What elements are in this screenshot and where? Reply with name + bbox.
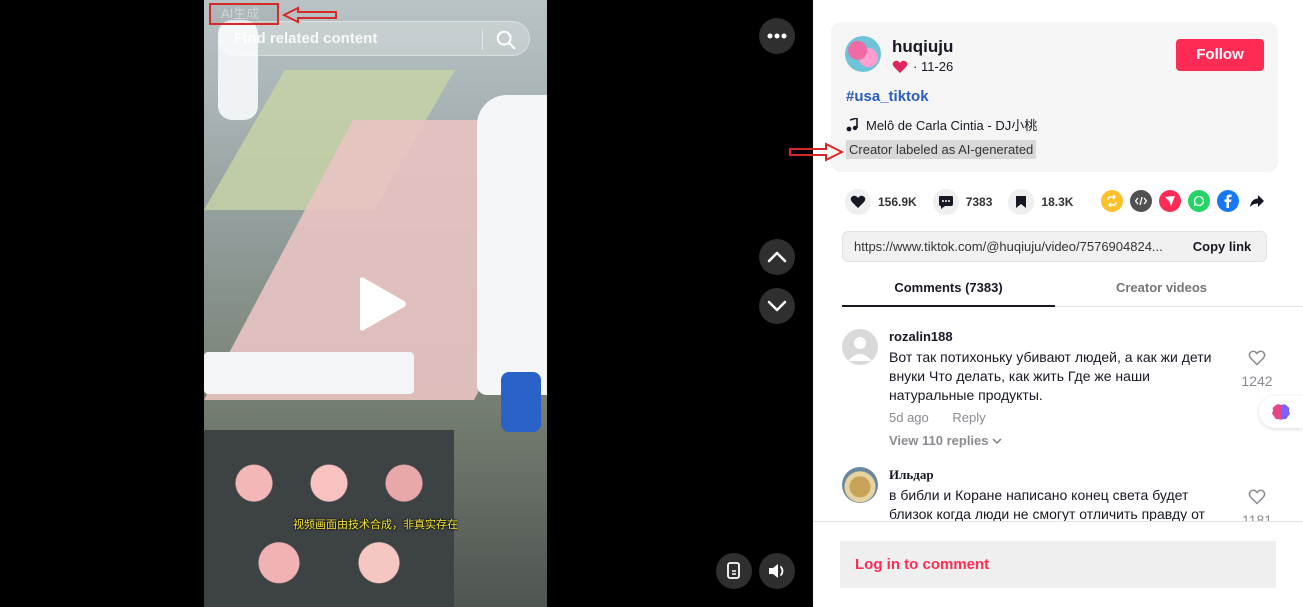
play-icon[interactable] [352,276,408,332]
heart-outline-icon [1248,350,1266,366]
worker-boots [501,372,541,432]
speaker-icon [769,564,784,578]
repost-icon[interactable] [1101,190,1123,212]
commenter-username[interactable]: rozalin188 [889,329,953,344]
save-action[interactable]: 18.3K [1008,189,1073,215]
creator-name[interactable]: huqiuju [892,37,953,57]
comment-meta: 5d ago Reply [889,410,986,425]
share-arrow-icon[interactable] [1246,190,1268,212]
comment-like-button[interactable]: 1181 [1237,489,1277,521]
chevron-down-icon [767,300,787,312]
previous-video-button[interactable] [759,239,795,275]
comment-list[interactable]: rozalin188 Вот так потихоньку убивают лю… [813,307,1303,521]
search-input[interactable]: Find related content [234,30,377,47]
like-action[interactable]: 156.9K [845,189,917,215]
save-count: 18.3K [1041,195,1074,209]
facebook-icon[interactable] [1217,190,1239,212]
creator-meta: · 11-26 [892,59,953,74]
ai-content-info-button[interactable] [716,553,752,589]
panel-tabs: Comments (7383) Creator videos [842,270,1303,307]
comment-action[interactable]: 7383 [932,189,993,215]
tiktok-video-page: Find related content AI生成 视频画面由技术合成，非真实存… [0,0,1303,607]
commenter-avatar[interactable] [842,329,878,365]
login-to-comment-button[interactable]: Log in to comment [840,541,1276,588]
music-link[interactable]: Melô de Carla Cintia - DJ小桃 [846,115,1037,134]
ai-generated-label: Creator labeled as AI-generated [846,140,1037,159]
video-url[interactable]: https://www.tiktok.com/@huqiuju/video/75… [854,239,1174,254]
video-area: Find related content AI生成 视频画面由技术合成，非真实存… [0,0,813,607]
tab-comments[interactable]: Comments (7383) [842,280,1055,307]
action-bar: 156.9K 7383 18.3K [845,189,1089,215]
ai-assistant-button[interactable] [1259,396,1303,428]
next-video-button[interactable] [759,288,795,324]
brain-icon [1272,404,1290,420]
video-caption: 视频画面由技术合成，非真实存在 [293,519,458,531]
comment-text: в библи и Коране написано конец света бу… [889,487,1205,521]
sound-button[interactable] [759,553,795,589]
creator-card: huqiuju · 11-26 Follow #usa_tiktok Melô … [789,22,1278,172]
music-title: Melô de Carla Cintia - DJ小桃 [866,118,1038,133]
chevron-down-icon [992,438,1002,445]
comment-icon [932,189,959,215]
follow-button[interactable]: Follow [1176,39,1264,71]
commenter-username[interactable]: Ильдар [889,467,934,483]
annotation-arrow-icon [789,142,844,162]
embed-icon[interactable] [1130,190,1152,212]
more-icon [767,33,787,39]
ai-generated-tag: AI生成 [209,3,279,25]
video-link-box: https://www.tiktok.com/@huqiuju/video/75… [842,231,1267,262]
hashtag-link[interactable]: #usa_tiktok [846,88,929,105]
comment-count: 7383 [965,195,993,209]
conveyor-roller [204,352,414,394]
chevron-up-icon [767,251,787,263]
bookmark-icon [1008,189,1035,215]
comment-like-count: 1181 [1241,512,1273,521]
view-replies-label: View 110 replies [889,433,989,448]
comment-login-bar: Log in to comment [813,521,1303,607]
creator-avatar[interactable] [845,36,881,72]
heart-icon [845,189,871,215]
heart-badge-icon [892,60,908,73]
login-to-comment-label: Log in to comment [855,556,990,573]
search-box[interactable]: Find related content [219,21,530,56]
music-note-icon [846,117,858,131]
comment-time: 5d ago [889,410,929,425]
comment-like-count: 1242 [1241,373,1273,389]
post-date: · 11-26 [913,59,954,74]
commenter-avatar[interactable] [842,467,878,503]
comment-text: Вот так потихоньку убивают людей, а как … [889,349,1212,403]
heart-outline-icon [1248,489,1266,505]
annotation-arrow-icon [282,6,337,24]
whatsapp-icon[interactable] [1188,190,1210,212]
more-options-button[interactable] [759,18,795,54]
worker-figure [477,95,547,395]
copy-link-button[interactable]: Copy link [1178,232,1266,261]
reply-button[interactable]: Reply [952,410,985,425]
comment-item: Ильдар в библи и Коране написано конец с… [842,467,1302,521]
tab-creator-videos[interactable]: Creator videos [1055,280,1268,295]
search-divider [482,29,483,50]
search-icon[interactable] [495,29,517,51]
video-detail-panel: huqiuju · 11-26 Follow #usa_tiktok Melô … [789,0,1303,607]
view-replies-button[interactable]: View 110 replies [889,433,1002,448]
send-icon[interactable] [1159,190,1181,212]
comment-item: rozalin188 Вот так потихоньку убивают лю… [842,329,1302,459]
like-count: 156.9K [878,195,917,209]
document-icon [727,562,740,579]
comment-like-button[interactable]: 1242 [1237,350,1277,389]
share-options [1101,190,1268,212]
